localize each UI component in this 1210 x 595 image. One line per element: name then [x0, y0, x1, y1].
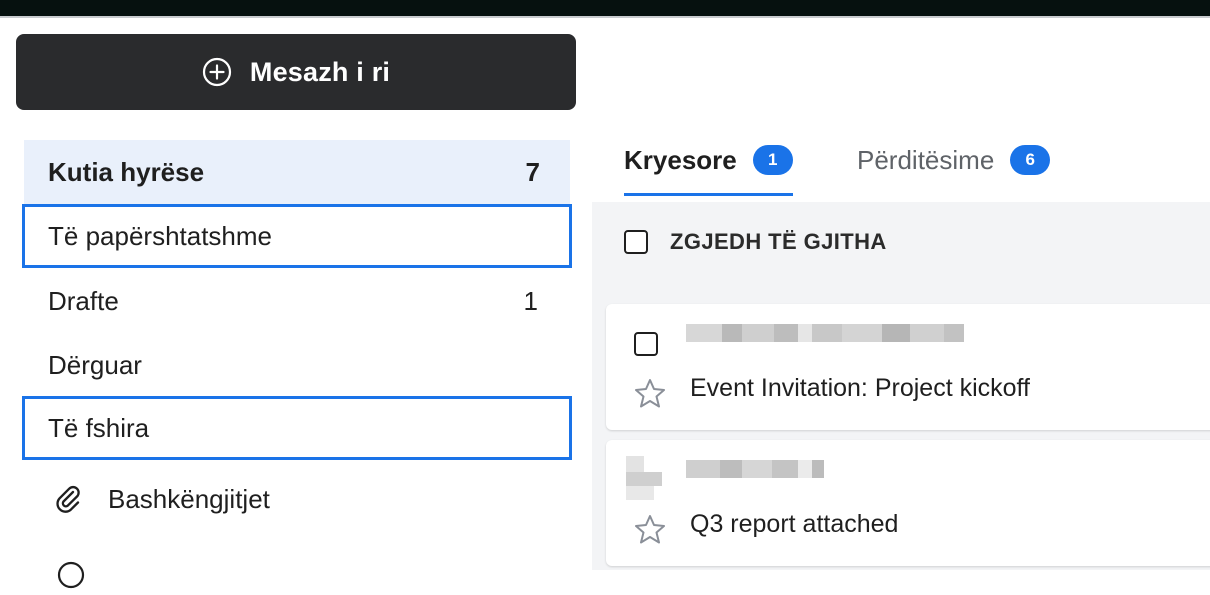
top-bar: [0, 0, 1210, 18]
nav-item-label: Të fshira: [48, 412, 150, 443]
message-list-panel: Kryesore 1 Përditësime 6 ZGJEDH TË GJITH…: [592, 118, 1210, 570]
tab-primary[interactable]: Kryesore 1: [624, 118, 793, 202]
message-row[interactable]: Event Invitation: Project kickoff: [606, 304, 1210, 430]
nav-item-label: Dërguar: [48, 349, 142, 380]
message-subject: Event Invitation: Project kickoff: [690, 374, 1030, 402]
message-subject: Q3 report attached: [690, 510, 899, 538]
nav-item-label: Drafte: [48, 285, 119, 316]
tab-badge: 6: [1010, 145, 1051, 175]
drafts-count: 1: [523, 285, 538, 316]
tab-label: Përditësime: [857, 144, 995, 175]
paperclip-icon: [54, 483, 84, 515]
sender-name-redacted: [686, 460, 824, 496]
plus-circle-icon: [202, 57, 231, 87]
select-all-label[interactable]: ZGJEDH TË GJITHA: [670, 229, 887, 255]
tab-label: Kryesore: [624, 144, 737, 175]
compose-button[interactable]: Mesazh i ri: [16, 34, 576, 110]
nav-item-trash[interactable]: Të fshira: [22, 396, 572, 460]
select-all-checkbox[interactable]: [624, 230, 648, 254]
unread-count: 7: [525, 156, 540, 187]
compose-label: Mesazh i ri: [249, 56, 391, 87]
nav-item-spam[interactable]: Të papërshtatshme: [22, 204, 572, 268]
nav-item-label: Bashkëngjitjet: [108, 483, 270, 514]
star-icon[interactable]: [634, 514, 666, 544]
sender-name-redacted: [686, 324, 964, 360]
tab-badge: 1: [752, 145, 793, 175]
select-all-row: ZGJEDH TË GJITHA: [624, 229, 887, 255]
tab-bar: Kryesore 1 Përditësime 6: [592, 118, 1210, 202]
message-checkbox[interactable]: [634, 332, 658, 356]
nav-item-inbox[interactable]: Kutia hyrëse 7: [24, 140, 570, 204]
clock-icon: [56, 560, 86, 595]
nav-item-label: Të papërshtatshme: [48, 220, 273, 251]
nav-item-attachments[interactable]: Bashkëngjitjet: [22, 467, 572, 531]
sender-avatar-redacted: [626, 456, 662, 500]
nav-item-sent[interactable]: Dërguar: [22, 333, 572, 397]
star-icon[interactable]: [634, 378, 666, 408]
nav-item-label: Kutia hyrëse: [48, 156, 205, 187]
tab-updates[interactable]: Përditësime 6: [857, 118, 1051, 202]
message-row[interactable]: Q3 report attached: [606, 440, 1210, 566]
nav-item-drafts[interactable]: Drafte 1: [22, 269, 572, 333]
